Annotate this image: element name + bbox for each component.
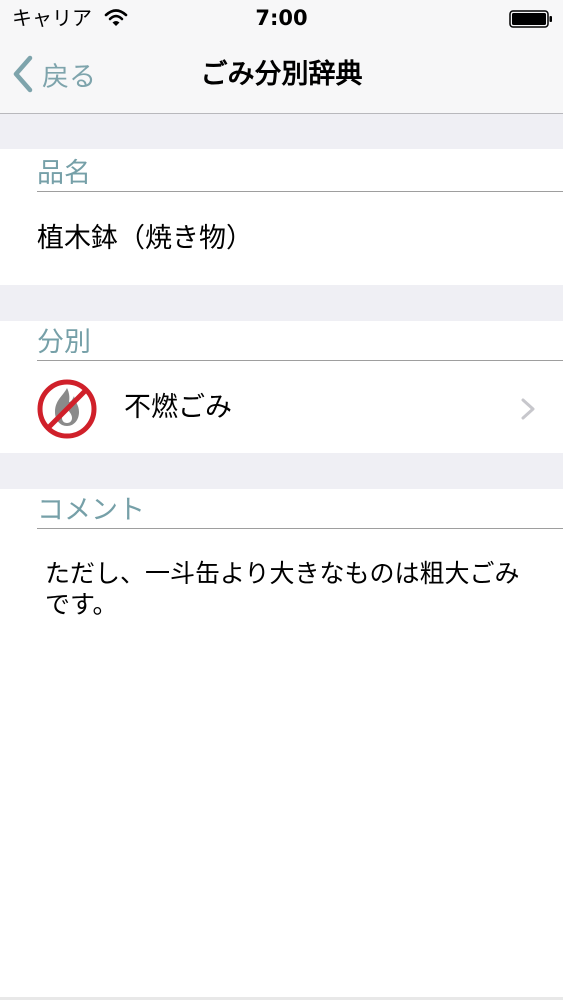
- chevron-right-icon: [521, 398, 535, 420]
- status-time: 7:00: [255, 6, 308, 30]
- comment-header: コメント: [37, 488, 563, 529]
- comment-header-label: コメント: [37, 495, 145, 526]
- section-gap: [0, 453, 563, 489]
- category-header: 分別: [37, 320, 563, 361]
- status-bar: キャリア 7:00: [0, 0, 563, 36]
- section-gap: [0, 285, 563, 321]
- no-burn-icon: [37, 379, 97, 439]
- category-row[interactable]: 不燃ごみ: [0, 361, 563, 453]
- item-name-value: 植木鉢（焼き物）: [37, 223, 253, 254]
- category-value: 不燃ごみ: [124, 392, 232, 423]
- comment-text: ただし、一斗缶より大きなものは粗大ごみです。: [45, 559, 520, 619]
- section-gap: [0, 114, 563, 149]
- page-title: ごみ分別辞典: [200, 59, 363, 90]
- item-name-header: 品名: [37, 151, 563, 192]
- navigation-bar: 戻る ごみ分別辞典: [0, 36, 563, 114]
- battery-icon: [509, 10, 552, 28]
- item-name-header-label: 品名: [37, 158, 91, 189]
- category-header-label: 分別: [37, 327, 91, 358]
